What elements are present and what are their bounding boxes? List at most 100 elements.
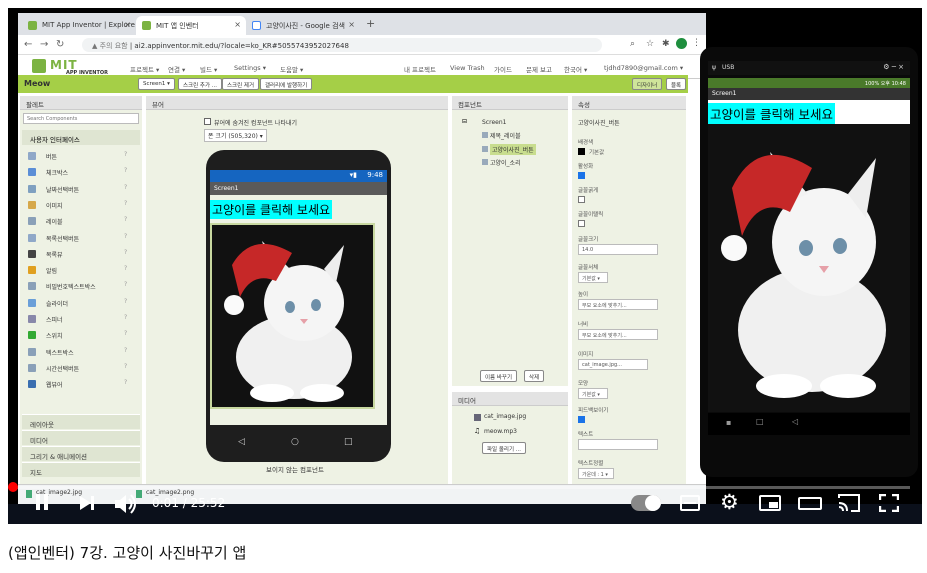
link-my-projects[interactable]: 내 프로젝트 [404, 64, 436, 74]
bookmark-star-icon[interactable]: ☆ [646, 39, 654, 49]
window-controls-icon[interactable]: ⚙ ─ × [883, 63, 904, 71]
help-icon[interactable]: ? [124, 167, 127, 174]
back-icon[interactable]: ← [24, 39, 32, 50]
mirror-back-icon[interactable]: ◁ [792, 417, 798, 426]
image-input[interactable]: cat_image.jpg... [578, 359, 648, 370]
subtitles-button[interactable] [680, 495, 700, 511]
delete-button[interactable]: 삭제 [524, 370, 545, 382]
help-icon[interactable]: ? [124, 216, 127, 223]
palette-item[interactable]: 슬라이더? [22, 295, 140, 311]
more-icon[interactable]: ⋮ [692, 38, 701, 48]
link-report[interactable]: 문제 보고 [526, 64, 552, 74]
home-nav-icon[interactable]: ○ [291, 437, 299, 447]
tree-cat-sound[interactable]: 고양이_소리 [490, 158, 521, 167]
bold-checkbox[interactable] [578, 196, 585, 203]
next-button[interactable] [78, 494, 96, 516]
shape-select[interactable]: 기본값 ▾ [578, 388, 608, 399]
menu-help[interactable]: 도움말 ▾ [280, 64, 303, 74]
palette-item[interactable]: 체크박스? [22, 164, 140, 180]
palette-item[interactable]: 목록뷰? [22, 246, 140, 262]
feedback-checkbox[interactable] [578, 416, 585, 423]
help-icon[interactable]: ? [124, 281, 127, 288]
fullscreen-button[interactable] [878, 493, 900, 516]
palette-item[interactable]: 날짜선택버튼? [22, 181, 140, 197]
category-maps[interactable]: 지도 [22, 462, 140, 477]
close-icon[interactable]: × [234, 20, 241, 29]
autoplay-toggle[interactable] [631, 495, 661, 511]
new-tab-button[interactable]: + [366, 17, 375, 30]
help-icon[interactable]: ? [124, 379, 127, 386]
rename-button[interactable]: 이름 바꾸기 [480, 370, 518, 382]
palette-item[interactable]: 텍스트박스? [22, 344, 140, 360]
avatar[interactable] [676, 38, 687, 49]
tab-google[interactable]: 고양이사진 - Google 검색 × [246, 16, 360, 35]
help-icon[interactable]: ? [124, 184, 127, 191]
link-guide[interactable]: 가이드 [494, 64, 512, 74]
theater-mode-button[interactable] [798, 497, 822, 510]
close-icon[interactable]: × [124, 20, 131, 29]
help-icon[interactable]: ? [124, 363, 127, 370]
close-icon[interactable]: × [348, 20, 355, 29]
width-input[interactable]: 부모 요소에 맞추기... [578, 329, 658, 340]
tab-app-inventor[interactable]: MIT 앱 인벤터 × [136, 16, 246, 35]
help-icon[interactable]: ? [124, 151, 127, 158]
media-meow[interactable]: meow.mp3 [484, 428, 517, 435]
category-user-interface[interactable]: 사용자 인터페이스 [22, 130, 140, 145]
download-item-2[interactable]: cat_image2.png [146, 489, 194, 496]
reload-icon[interactable]: ↻ [56, 39, 64, 50]
url-field[interactable]: ▲ 주의 요함 | ai2.appinventor.mit.edu/?local… [82, 38, 602, 52]
palette-item[interactable]: 버튼? [22, 148, 140, 164]
phone-size-select[interactable]: 폰 크기 (505,320) ▾ [204, 129, 267, 142]
palette-item[interactable]: 레이블? [22, 213, 140, 229]
tree-screen1[interactable]: Screen1 [482, 119, 506, 126]
designer-button[interactable]: 디자이너 [632, 78, 663, 90]
recent-nav-icon[interactable]: □ [344, 437, 353, 447]
screen-select[interactable]: Screen1 ▾ [138, 78, 175, 90]
menu-project[interactable]: 프로젝트 ▾ [130, 64, 159, 74]
help-icon[interactable]: ? [124, 298, 127, 305]
category-layout[interactable]: 레이아웃 [22, 414, 140, 429]
fontsize-input[interactable]: 14.0 [578, 244, 658, 255]
pause-button[interactable] [36, 494, 48, 512]
mirror-home-icon[interactable]: □ [756, 417, 764, 426]
cast-button[interactable] [837, 493, 861, 517]
mirror-recent-icon[interactable]: ▪ [726, 418, 731, 427]
palette-item[interactable]: 시간선택버튼? [22, 360, 140, 376]
link-view-trash[interactable]: View Trash [450, 64, 485, 72]
italic-checkbox[interactable] [578, 220, 585, 227]
category-drawing[interactable]: 그리기 & 애니메이션 [22, 446, 140, 461]
palette-item[interactable]: 목록선택버튼? [22, 230, 140, 246]
palette-item[interactable]: 비밀번호텍스트박스? [22, 278, 140, 294]
progress-track[interactable] [8, 482, 910, 492]
menu-settings[interactable]: Settings ▾ [234, 64, 266, 72]
show-hidden-checkbox[interactable] [204, 118, 211, 125]
palette-item[interactable]: 스위치? [22, 327, 140, 343]
tree-collapse-icon[interactable]: ⊟ [462, 118, 467, 125]
text-input[interactable] [578, 439, 658, 450]
miniplayer-button[interactable] [759, 495, 781, 511]
tree-cat-button[interactable]: 고양이사진_버튼 [490, 144, 536, 155]
publish-gallery-button[interactable]: 갤러리에 발행하기 [260, 78, 313, 90]
help-icon[interactable]: ? [124, 233, 127, 240]
upload-file-button[interactable]: 파일 올리기 ... [482, 442, 527, 454]
forward-icon[interactable]: → [40, 39, 48, 50]
help-icon[interactable]: ? [124, 265, 127, 272]
category-media[interactable]: 미디어 [22, 430, 140, 445]
settings-gear-icon[interactable]: ⚙ [720, 490, 739, 514]
align-select[interactable]: 가운데 : 1 ▾ [578, 468, 614, 479]
typeface-select[interactable]: 기본값 ▾ [578, 272, 608, 283]
height-input[interactable]: 부모 요소에 맞추기... [578, 299, 658, 310]
bgcolor-swatch[interactable] [578, 148, 585, 155]
cat-image-button[interactable] [210, 223, 375, 409]
account-menu[interactable]: tjdhd7890@gmail.com ▾ [604, 64, 683, 72]
progress-scrubber[interactable] [8, 482, 18, 492]
remove-screen-button[interactable]: 스크린 제거 [222, 78, 260, 90]
help-icon[interactable]: ? [124, 347, 127, 354]
add-screen-button[interactable]: 스크린 추가 ... [178, 78, 223, 90]
language-select[interactable]: 한국어 ▾ [564, 64, 587, 74]
palette-item[interactable]: 알림? [22, 262, 140, 278]
bgcolor-value[interactable]: 기본값 [589, 148, 604, 156]
component-search-input[interactable] [23, 113, 139, 124]
help-icon[interactable]: ? [124, 330, 127, 337]
palette-item[interactable]: 스피너? [22, 311, 140, 327]
